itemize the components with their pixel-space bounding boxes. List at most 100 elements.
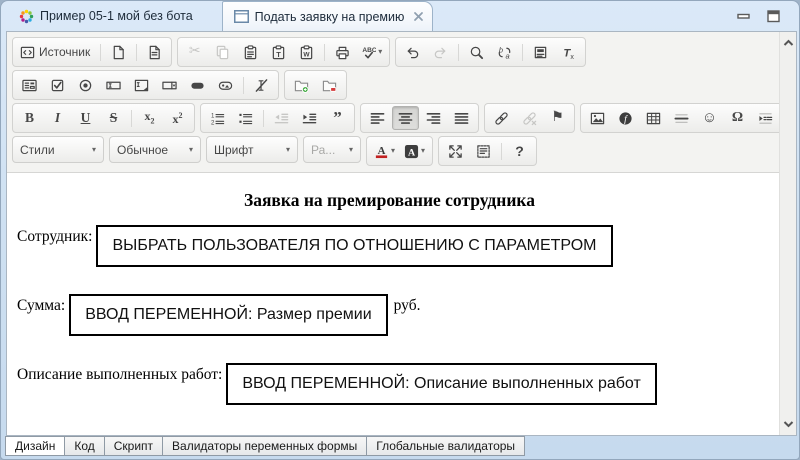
decrease-indent-button[interactable] xyxy=(268,106,295,130)
superscript-button[interactable]: x2 xyxy=(164,106,191,130)
align-left-button[interactable] xyxy=(364,106,391,130)
select-all-button[interactable] xyxy=(527,40,554,64)
italic-button[interactable]: I xyxy=(44,106,71,130)
minimize-window-button[interactable] xyxy=(735,7,753,25)
find-button[interactable] xyxy=(463,40,490,64)
scroll-down-button[interactable] xyxy=(780,415,796,433)
insert-element-button[interactable] xyxy=(288,73,315,97)
numbered-list-button[interactable]: 12 xyxy=(204,106,231,130)
page-break-button[interactable] xyxy=(752,106,779,130)
unlink-button[interactable] xyxy=(516,106,543,130)
print-icon xyxy=(335,45,350,60)
paste-word-icon: W xyxy=(299,45,314,60)
scroll-up-button[interactable] xyxy=(780,34,796,52)
window-controls xyxy=(735,1,799,31)
maximize-editor-button[interactable] xyxy=(442,139,469,163)
about-button[interactable]: ? xyxy=(506,139,533,163)
increase-indent-button[interactable] xyxy=(296,106,323,130)
replace-button[interactable]: ba xyxy=(491,40,518,64)
smiley-button[interactable]: ☺ xyxy=(696,106,723,130)
templates-button[interactable] xyxy=(141,40,168,64)
paragraph-format-combo[interactable]: Обычное▾ xyxy=(109,136,201,163)
spellcheck-button[interactable]: ABC▾ xyxy=(357,40,386,64)
source-icon xyxy=(20,45,35,60)
underline-button[interactable]: U xyxy=(72,106,99,130)
hidden-field-icon xyxy=(254,78,269,93)
combo-label: Обычное xyxy=(117,143,168,157)
radio-button[interactable] xyxy=(72,73,99,97)
text-color-button[interactable]: A▾ xyxy=(370,139,399,163)
editor-tab-1[interactable]: Пример 05-1 мой без бота xyxy=(8,1,204,31)
image-button[interactable] xyxy=(584,106,611,130)
undo-button[interactable] xyxy=(399,40,426,64)
close-icon[interactable] xyxy=(413,11,424,22)
bg-color-icon: A xyxy=(404,144,419,159)
app-window: Пример 05-1 мой без бота Подать заявку на… xyxy=(0,0,800,460)
superscript-icon: x2 xyxy=(173,112,183,125)
strikethrough-button[interactable]: S xyxy=(100,106,127,130)
placeholder-box[interactable]: ВВОД ПЕРЕМЕННОЙ: Описание выполненных ра… xyxy=(226,363,656,405)
font-combo[interactable]: Шрифт▾ xyxy=(206,136,298,163)
templates-icon xyxy=(147,45,162,60)
button-field-button[interactable] xyxy=(184,73,211,97)
checkbox-button[interactable] xyxy=(44,73,71,97)
image-button-button[interactable] xyxy=(212,73,239,97)
copy-button[interactable] xyxy=(209,40,236,64)
vertical-scrollbar[interactable] xyxy=(779,32,796,435)
remove-format-button[interactable]: Tx xyxy=(555,40,582,64)
editor-canvas[interactable]: Заявка на премирование сотрудника Сотруд… xyxy=(7,173,796,435)
paste-button[interactable] xyxy=(237,40,264,64)
blockquote-button[interactable]: ” xyxy=(324,106,351,130)
paste-from-word-button[interactable]: W xyxy=(293,40,320,64)
bold-icon: B xyxy=(25,111,34,125)
align-right-button[interactable] xyxy=(420,106,447,130)
new-page-button[interactable] xyxy=(105,40,132,64)
view-tab-2[interactable]: Код xyxy=(65,436,104,456)
maximize-icon xyxy=(448,144,463,159)
cut-button[interactable]: ✂ xyxy=(181,40,208,64)
styles-combo[interactable]: Стили▾ xyxy=(12,136,104,163)
view-tab-5[interactable]: Глобальные валидаторы xyxy=(367,436,525,456)
textarea-button[interactable] xyxy=(128,73,155,97)
svg-text:ABC: ABC xyxy=(363,47,377,54)
align-center-button[interactable] xyxy=(392,106,419,130)
view-tab-1[interactable]: Дизайн xyxy=(5,436,65,456)
chevron-down-icon: ▾ xyxy=(391,147,395,155)
bulleted-list-button[interactable] xyxy=(232,106,259,130)
special-char-button[interactable]: Ω xyxy=(724,106,751,130)
svg-text:T: T xyxy=(276,50,281,59)
placeholder-box[interactable]: ВЫБРАТЬ ПОЛЬЗОВАТЕЛЯ ПО ОТНОШЕНИЮ С ПАРА… xyxy=(96,225,612,267)
flash-button[interactable]: f xyxy=(612,106,639,130)
maximize-window-button[interactable] xyxy=(765,7,783,25)
redo-button[interactable] xyxy=(427,40,454,64)
show-blocks-button[interactable] xyxy=(470,139,497,163)
text-field-button[interactable] xyxy=(100,73,127,97)
chevron-down-icon: ▾ xyxy=(286,146,290,154)
view-tab-3[interactable]: Скрипт xyxy=(105,436,163,456)
view-tab-4[interactable]: Валидаторы переменных формы xyxy=(163,436,367,456)
table-button[interactable] xyxy=(640,106,667,130)
document-body: Сотрудник:ВЫБРАТЬ ПОЛЬЗОВАТЕЛЯ ПО ОТНОШЕ… xyxy=(17,225,762,405)
link-button[interactable] xyxy=(488,106,515,130)
form-icon xyxy=(22,78,37,93)
document-paragraph: Сумма:ВВОД ПЕРЕМЕННОЙ: Размер премиируб. xyxy=(17,294,762,336)
hidden-field-button[interactable] xyxy=(248,73,275,97)
justify-button[interactable] xyxy=(448,106,475,130)
textarea-icon xyxy=(134,78,149,93)
font-size-combo[interactable]: Ра...▾ xyxy=(303,136,361,163)
background-color-button[interactable]: A▾ xyxy=(400,139,429,163)
horizontal-rule-button[interactable] xyxy=(668,106,695,130)
editor-tab-2[interactable]: Подать заявку на премию xyxy=(222,1,434,31)
paste-plain-text-button[interactable]: T xyxy=(265,40,292,64)
anchor-button[interactable]: ⚑ xyxy=(544,106,571,130)
placeholder-box[interactable]: ВВОД ПЕРЕМЕННОЙ: Размер премии xyxy=(69,294,387,336)
redo-icon xyxy=(433,45,448,60)
form-button[interactable] xyxy=(16,73,43,97)
source-button[interactable]: Источник xyxy=(16,40,96,64)
print-button[interactable] xyxy=(329,40,356,64)
select-field-button[interactable] xyxy=(156,73,183,97)
bold-button[interactable]: B xyxy=(16,106,43,130)
subscript-button[interactable]: x2 xyxy=(136,106,163,130)
remove-element-button[interactable] xyxy=(316,73,343,97)
smiley-icon: ☺ xyxy=(702,111,717,126)
